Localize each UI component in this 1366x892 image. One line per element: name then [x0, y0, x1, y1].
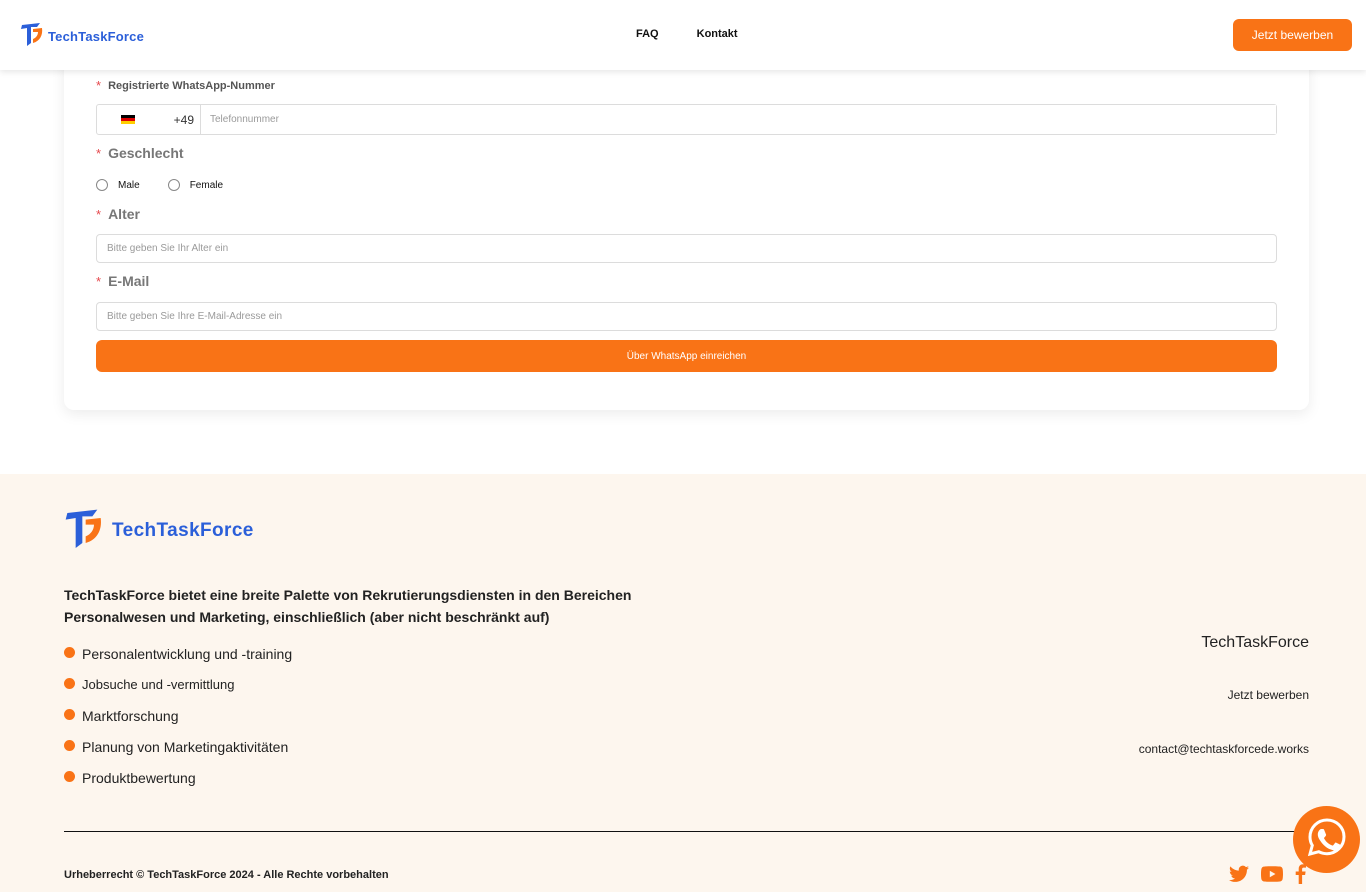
whatsapp-label: * Registrierte WhatsApp-Nummer [96, 78, 275, 93]
header-logo[interactable]: TechTaskForce [20, 21, 144, 52]
service-item: Personalentwicklung und -training [64, 644, 292, 675]
footer-apply-link[interactable]: Jetzt bewerben [1139, 688, 1309, 702]
footer: TechTaskForce TechTaskForce bietet eine … [0, 474, 1366, 892]
required-marker: * [96, 78, 102, 93]
radio-circle[interactable] [167, 179, 180, 191]
nav-kontakt[interactable]: Kontakt [697, 28, 738, 40]
footer-logo[interactable]: TechTaskForce [64, 506, 254, 555]
application-form: * Registrierte WhatsApp-Nummer +49 * Ges… [64, 40, 1309, 410]
footer-description: TechTaskForce bietet eine breite Palette… [64, 587, 632, 625]
required-marker: * [96, 273, 102, 289]
country-code: +49 [173, 113, 194, 127]
email-label: * E-Mail [96, 273, 150, 289]
footer-company-name: TechTaskForce [1201, 634, 1309, 651]
submit-whatsapp-button[interactable]: Über WhatsApp einreichen [96, 340, 1277, 372]
whatsapp-chat-button[interactable] [1293, 806, 1360, 873]
country-code-select[interactable]: +49 [97, 105, 201, 134]
logo-icon [20, 21, 44, 52]
apply-button[interactable]: Jetzt bewerben [1233, 19, 1352, 51]
phone-field: +49 [96, 104, 1277, 135]
footer-divider [64, 831, 1309, 832]
social-links [1229, 864, 1306, 884]
phone-input[interactable] [201, 105, 1276, 134]
footer-email-link[interactable]: contact@techtaskforcede.works [1139, 742, 1309, 756]
facebook-icon[interactable] [1295, 864, 1306, 884]
whatsapp-icon [1307, 817, 1347, 862]
gender-female-radio[interactable]: Female [167, 179, 223, 191]
main-nav: FAQ Kontakt [636, 28, 738, 40]
service-item: Jobsuche und -vermittlung [64, 675, 292, 706]
age-label: * Alter [96, 206, 140, 222]
gender-male-radio[interactable]: Male [96, 179, 140, 191]
logo-icon [64, 506, 104, 555]
header: TechTaskForce FAQ Kontakt Jetzt bewerben [0, 0, 1366, 70]
copyright: Urheberrecht © TechTaskForce 2024 - Alle… [64, 869, 389, 881]
email-input[interactable] [96, 302, 1277, 331]
twitter-icon[interactable] [1229, 865, 1249, 883]
service-item: Produktbewertung [64, 768, 292, 799]
gender-radio-group: Male Female [96, 179, 251, 191]
radio-circle[interactable] [96, 179, 108, 191]
footer-links: TechTaskForce Jetzt bewerben contact@tec… [1139, 634, 1309, 796]
age-input[interactable] [96, 234, 1277, 263]
youtube-icon[interactable] [1261, 866, 1283, 882]
required-marker: * [96, 206, 102, 222]
germany-flag-icon [121, 115, 135, 124]
gender-label: * Geschlecht [96, 145, 184, 161]
service-item: Marktforschung [64, 706, 292, 737]
service-item: Planung von Marketingaktivitäten [64, 737, 292, 768]
services-list: Personalentwicklung und -training Jobsuc… [64, 644, 292, 799]
header-brand: TechTaskForce [48, 29, 145, 44]
required-marker: * [96, 145, 102, 161]
nav-faq[interactable]: FAQ [636, 28, 659, 40]
footer-brand: TechTaskForce [112, 519, 254, 541]
